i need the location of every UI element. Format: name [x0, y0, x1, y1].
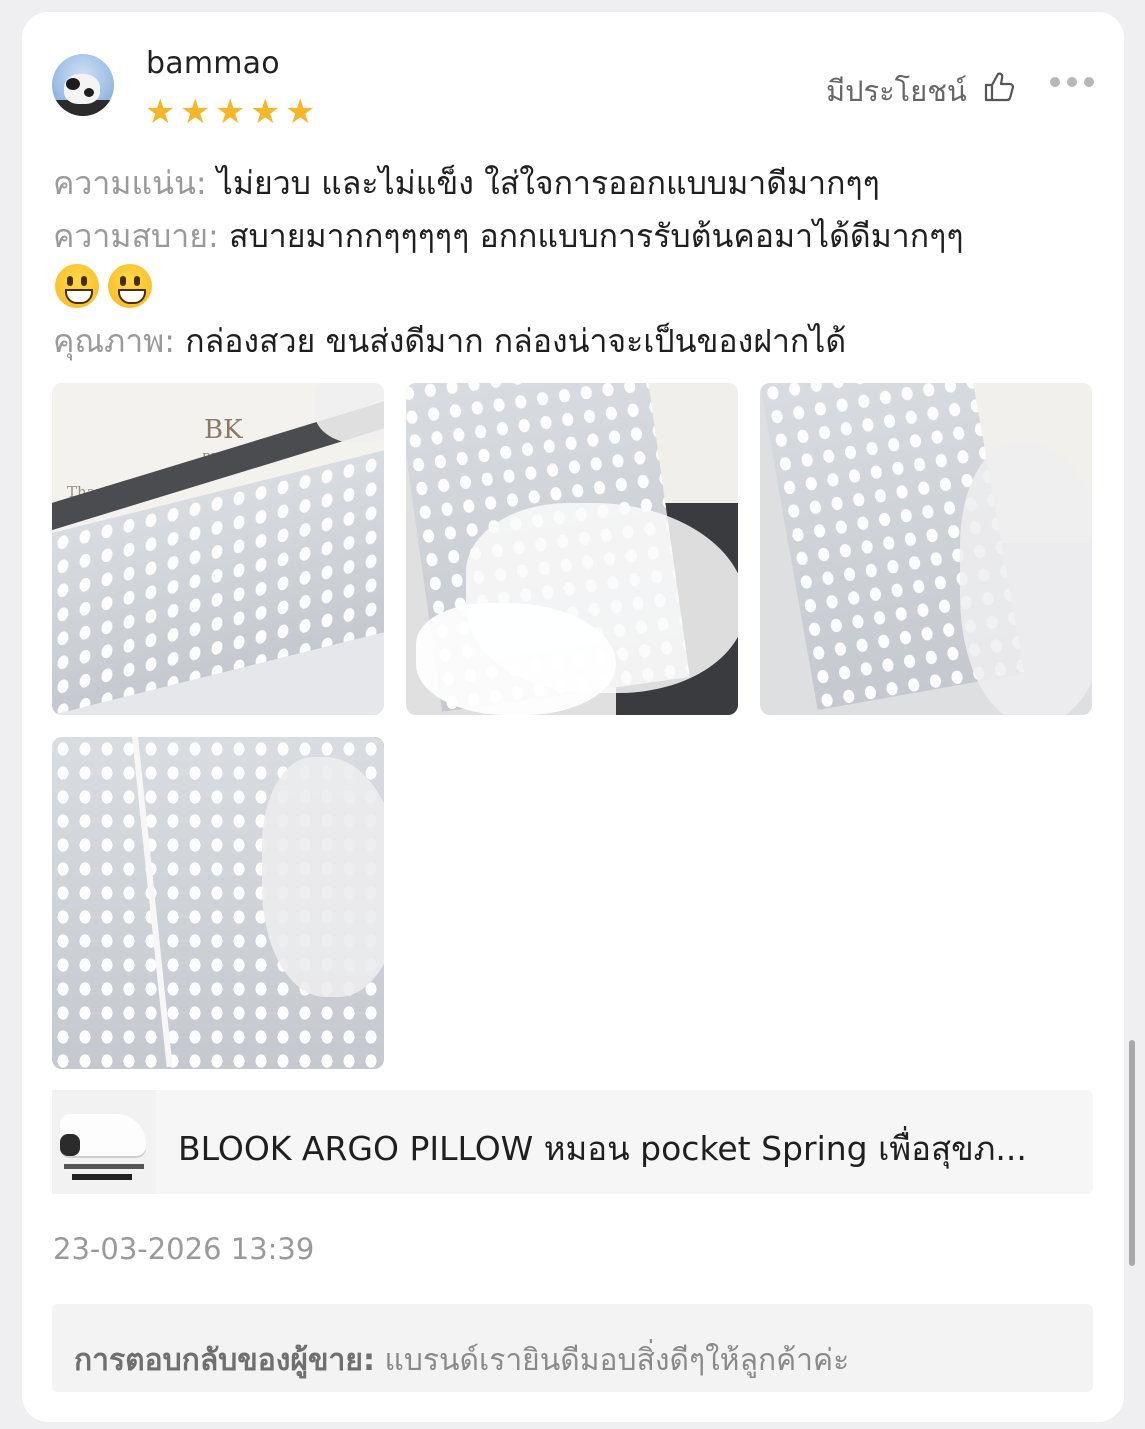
star-icon: ★ [250, 92, 281, 132]
attribute-value: กล่องสวย ขนส่งดีมาก กล่องน่าจะเป็นของฝาก… [185, 322, 847, 360]
star-icon: ★ [215, 92, 246, 132]
seller-reply-label: การตอบกลับของผู้ขาย: [74, 1343, 375, 1378]
review-photo[interactable]: BK BLOOK Thank You [52, 383, 384, 715]
grinning-emoji-icon [55, 264, 99, 308]
star-icon: ★ [180, 92, 211, 132]
review-timestamp: 23-03-2026 13:39 [53, 1232, 315, 1266]
helpful-button[interactable]: มีประโยชน์ [826, 68, 967, 114]
attribute-comfort: ความสบาย: สบายมากกๆๆๆๆๆ อกกแบบการรับต้นค… [53, 211, 964, 262]
star-icon: ★ [145, 92, 176, 132]
seller-reply: การตอบกลับของผู้ขาย: แบรนด์เรายินดีมอบสิ… [52, 1304, 1093, 1392]
attribute-label: ความสบาย: [53, 217, 219, 255]
review-photo[interactable] [406, 383, 738, 715]
seller-reply-text: แบรนด์เรายินดีมอบสิ่งดีๆให้ลูกค้าค่ะ [384, 1343, 850, 1378]
reviewer-username: bammao [146, 46, 280, 81]
seller-reply-content: การตอบกลับของผู้ขาย: แบรนด์เรายินดีมอบสิ… [74, 1337, 849, 1384]
attribute-quality: คุณภาพ: กล่องสวย ขนส่งดีมาก กล่องน่าจะเป… [53, 316, 846, 367]
grinning-emoji-icon [108, 264, 152, 308]
scrollbar[interactable] [1129, 1040, 1135, 1266]
attribute-firmness: ความแน่น: ไม่ยวบ และไม่แข็ง ใส่ใจการออกแ… [53, 158, 880, 209]
attribute-label: คุณภาพ: [53, 322, 176, 360]
rating-stars: ★ ★ ★ ★ ★ [145, 92, 317, 132]
product-link[interactable]: BLOOK ARGO PILLOW หมอน pocket Spring เพื… [52, 1090, 1093, 1194]
attribute-label: ความแน่น: [53, 164, 207, 202]
star-icon: ★ [285, 92, 316, 132]
attribute-value: สบายมากกๆๆๆๆๆ อกกแบบการรับต้นคอมาได้ดีมา… [228, 217, 964, 255]
review-photo[interactable] [52, 737, 384, 1069]
more-options-icon[interactable] [1050, 72, 1096, 92]
product-thumbnail [52, 1090, 156, 1194]
user-avatar[interactable] [52, 54, 114, 116]
thumbs-up-icon[interactable] [983, 70, 1017, 104]
attribute-value: ไม่ยวบ และไม่แข็ง ใส่ใจการออกแบบมาดีมากๆ… [216, 164, 880, 202]
brand-logo: BK [204, 415, 243, 445]
product-title: BLOOK ARGO PILLOW หมอน pocket Spring เพื… [178, 1129, 1027, 1168]
review-photo[interactable]: BK [760, 383, 1092, 715]
